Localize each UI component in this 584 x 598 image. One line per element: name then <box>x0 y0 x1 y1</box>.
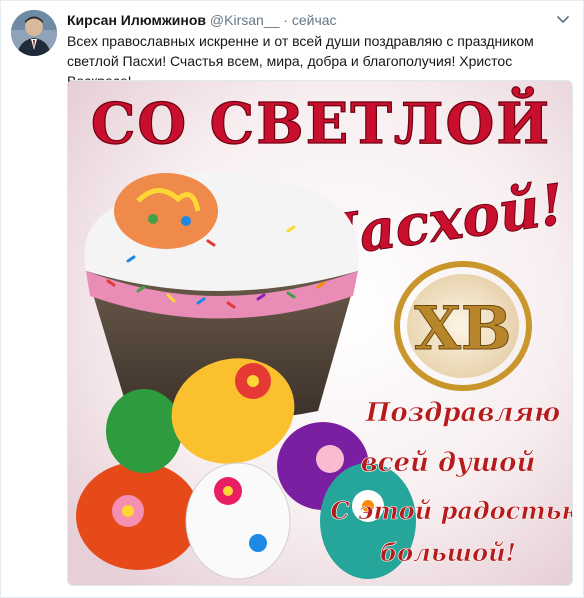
avatar-image <box>11 10 57 56</box>
tweet-header: Кирсан Илюмжинов @Kirsan__ · сейчас <box>67 10 567 30</box>
greeting-line1: Поздравляю <box>365 398 560 428</box>
timestamp[interactable]: сейчас <box>292 12 337 28</box>
avatar[interactable] <box>11 10 57 56</box>
easter-card-image: СО СВЕТЛОЙ Пасхой! ХВ Поздравляю всей ду… <box>68 81 573 585</box>
tweet-photo[interactable]: СО СВЕТЛОЙ Пасхой! ХВ Поздравляю всей ду… <box>67 80 573 586</box>
greeting-line4: большой! <box>380 538 516 567</box>
separator: · <box>283 12 288 28</box>
tweet-card[interactable]: Кирсан Илюмжинов @Kirsan__ · сейчас Всех… <box>0 0 584 598</box>
monogram: ХВ <box>414 294 511 364</box>
author-name[interactable]: Кирсан Илюмжинов <box>67 12 206 28</box>
author-handle[interactable]: @Kirsan__ <box>210 12 279 28</box>
chevron-down-icon[interactable] <box>555 11 571 27</box>
greeting-line2: всей душой <box>361 448 536 478</box>
card-title-line1: СО СВЕТЛОЙ <box>91 86 551 157</box>
greeting-line3: С этой радостью <box>330 496 573 525</box>
